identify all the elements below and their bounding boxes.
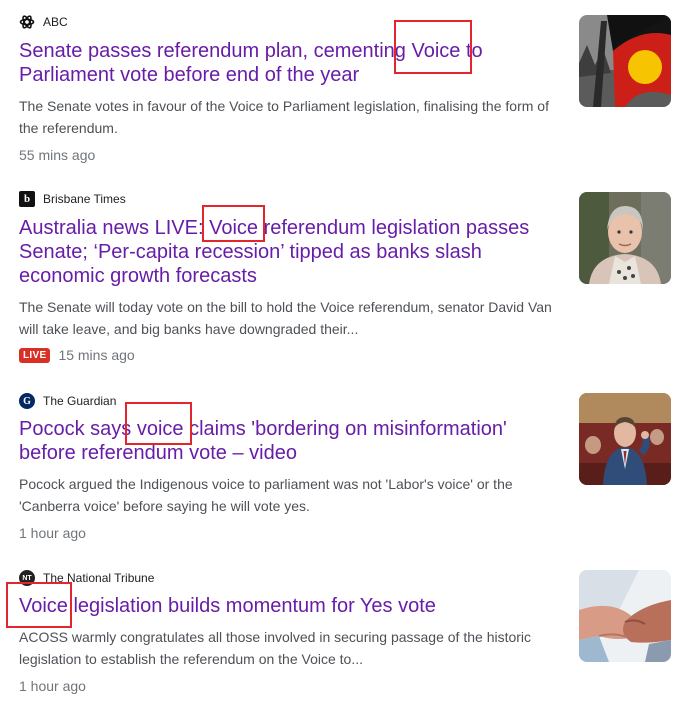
source-name: Brisbane Times bbox=[43, 192, 126, 206]
portrait-woman-image[interactable] bbox=[579, 192, 671, 284]
article-meta: 1 hour ago bbox=[19, 523, 86, 543]
abc-logo-icon bbox=[19, 14, 35, 30]
article-time: 1 hour ago bbox=[19, 678, 86, 694]
article-time: 1 hour ago bbox=[19, 525, 86, 541]
live-badge: LIVE bbox=[19, 347, 51, 363]
article-snippet: Pocock argued the Indigenous voice to pa… bbox=[19, 476, 513, 514]
article-snippet: The Senate votes in favour of the Voice … bbox=[19, 98, 549, 136]
source-name: The Guardian bbox=[43, 394, 117, 408]
article-source[interactable]: ABC bbox=[19, 14, 68, 30]
source-name: The National Tribune bbox=[43, 571, 155, 585]
article-snippet: The Senate will today vote on the bill t… bbox=[19, 299, 552, 337]
article-snippet: ACOSS warmly congratulates all those inv… bbox=[19, 629, 532, 667]
article-time: 15 mins ago bbox=[58, 347, 135, 363]
aboriginal-flag-image[interactable] bbox=[579, 15, 671, 107]
source-name: ABC bbox=[43, 15, 68, 29]
article-meta: LIVE 15 mins ago bbox=[19, 345, 135, 365]
article-source[interactable]: G The Guardian bbox=[19, 393, 116, 409]
guardian-logo-icon: G bbox=[19, 393, 35, 409]
article-source[interactable]: NT The National Tribune bbox=[19, 570, 154, 586]
article-source[interactable]: b Brisbane Times bbox=[19, 191, 126, 207]
national-tribune-logo-icon: NT bbox=[19, 570, 35, 586]
article-meta: 1 hour ago bbox=[19, 676, 86, 696]
brisbane-times-logo-icon: b bbox=[19, 191, 35, 207]
article-headline-link[interactable]: Senate passes referendum plan, cementing… bbox=[19, 39, 559, 87]
article-meta: 55 mins ago bbox=[19, 145, 95, 165]
article-time: 55 mins ago bbox=[19, 147, 96, 163]
senator-speaking-image[interactable] bbox=[579, 393, 671, 485]
article-headline-link[interactable]: Pocock says voice claims 'bordering on m… bbox=[19, 417, 559, 465]
article-headline-link[interactable]: Australia news LIVE: Voice referendum le… bbox=[19, 216, 559, 288]
article-headline-link[interactable]: Voice legislation builds momentum for Ye… bbox=[19, 594, 559, 618]
holding-hands-image[interactable] bbox=[579, 570, 671, 662]
